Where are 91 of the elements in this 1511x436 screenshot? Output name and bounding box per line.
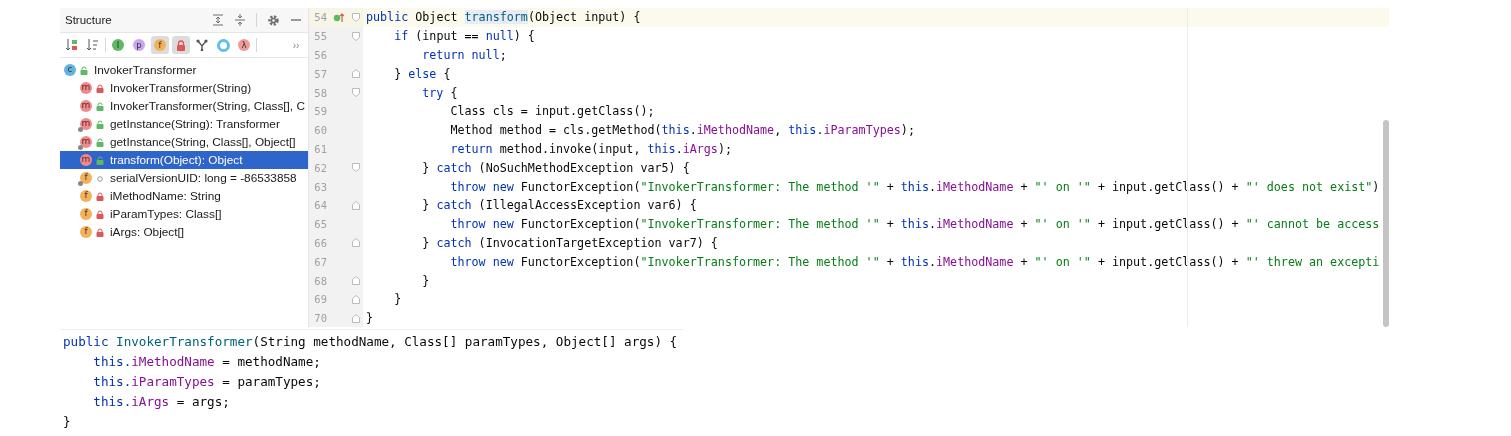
lock-icon: [96, 83, 104, 93]
member-type-icon: f: [80, 190, 92, 202]
unlock-icon: [96, 137, 104, 147]
code-line: this.iArgs = args;: [92, 393, 231, 411]
lock-icon[interactable]: [172, 36, 190, 54]
scrollbar-thumb[interactable]: [1383, 120, 1389, 327]
code-line: return method.invoke(input, this.iArgs);: [449, 141, 732, 156]
tree-item[interactable]: f iParamTypes: Class[]: [60, 205, 308, 223]
line-number: 63: [313, 180, 327, 193]
implements-marker-icon[interactable]: [332, 11, 344, 23]
line-number: 64: [313, 199, 327, 212]
fold-end-icon[interactable]: [352, 69, 360, 79]
member-type-icon: m: [80, 136, 92, 148]
line-number: 62: [313, 161, 327, 174]
line-number: 58: [313, 86, 327, 99]
code-line: Method method = cls.getMethod(this.iMethodName, this.iParamTypes);: [449, 123, 915, 138]
member-type-icon: m: [80, 118, 92, 130]
lock-icon: [96, 191, 104, 201]
code-line: this.iParamTypes = paramTypes;: [92, 373, 322, 391]
settings-icon[interactable]: [267, 13, 280, 27]
code-line: public InvokerTransformer(String methodName, Class[] paramTypes, Object[] args) {: [63, 333, 679, 351]
code-line: } catch (InvocationTargetException var7) {: [421, 235, 718, 250]
expand-all-icon[interactable]: [212, 14, 224, 26]
code-line: throw new FunctorException("InvokerTransformer: The method '" + this.iMethodName + "' on '" + input.getClass() + "' does not exist"): [449, 179, 1380, 194]
member-type-icon: m: [80, 82, 92, 94]
line-number: 66: [313, 236, 327, 249]
fold-end-icon[interactable]: [352, 238, 360, 248]
member-type-icon: c: [64, 64, 76, 76]
filter-badge[interactable]: I: [109, 36, 127, 54]
code-line: this.iMethodName = methodName;: [92, 353, 322, 371]
line-number: 70: [313, 312, 327, 325]
filter-badge[interactable]: λ: [235, 36, 253, 54]
tree-item[interactable]: m InvokerTransformer(String): [60, 79, 308, 97]
fold-icon[interactable]: [352, 88, 360, 98]
code-line: } catch (IllegalAccessException var6) {: [421, 198, 697, 213]
code-line: }: [63, 413, 72, 431]
code-line: return null;: [421, 48, 507, 62]
tree-item[interactable]: m InvokerTransformer(String, Class[], C: [60, 97, 308, 115]
tree-item[interactable]: f serialVersionUID: long = -86533858: [60, 169, 308, 187]
member-type-icon: m: [80, 154, 92, 166]
line-number: 59: [313, 105, 327, 118]
fold-icon[interactable]: [352, 163, 360, 173]
line-number: 56: [313, 49, 327, 61]
code-line: } else {: [393, 66, 451, 81]
fold-end-icon[interactable]: [352, 294, 360, 304]
fold-end-icon[interactable]: [352, 276, 360, 286]
line-number: 68: [313, 274, 327, 287]
fold-end-icon[interactable]: [352, 313, 360, 323]
member-type-icon: m: [80, 100, 92, 112]
line-number: 57: [313, 67, 327, 80]
code-line: }: [365, 311, 374, 326]
code-line: public Object transform(Object input) {: [365, 10, 641, 25]
fold-icon[interactable]: [352, 12, 360, 22]
lock-icon: [96, 209, 104, 219]
line-number: 61: [313, 142, 327, 155]
line-number: 60: [313, 124, 327, 137]
collapse-all-icon[interactable]: [234, 14, 246, 26]
code-line: throw new FunctorException("InvokerTransformer: The method '" + this.iMethodName + "' on '" + input.getClass() + "' cannot be access: [449, 217, 1380, 232]
code-line: }: [393, 292, 402, 307]
tree-item[interactable]: c InvokerTransformer: [60, 61, 308, 79]
code-line: }: [421, 273, 430, 288]
member-type-icon: f: [80, 172, 92, 184]
tree-item[interactable]: m getInstance(String): Transformer: [60, 115, 308, 133]
line-number: 55: [313, 30, 327, 43]
line-number: 69: [313, 293, 327, 306]
code-line: } catch (NoSuchMethodException var5) {: [421, 160, 690, 175]
code-line: throw new FunctorException("InvokerTransformer: The method '" + this.iMethodName + "' on '" + input.getClass() + "' threw an excepti: [449, 254, 1380, 269]
unlock-icon: [96, 155, 104, 165]
code-line: if (input == null) {: [393, 29, 535, 44]
more-button[interactable]: ››: [287, 36, 305, 54]
filter-badge[interactable]: f: [151, 36, 169, 54]
code-line: try {: [421, 85, 458, 100]
code-line: Class cls = input.getClass();: [449, 104, 655, 119]
fold-icon[interactable]: [352, 31, 360, 41]
tree-item[interactable]: m transform(Object): Object: [60, 151, 308, 169]
member-type-icon: f: [80, 208, 92, 220]
line-number: 67: [313, 255, 327, 268]
tree-item[interactable]: f iMethodName: String: [60, 187, 308, 205]
filter-badge[interactable]: p: [130, 36, 148, 54]
panel-title: Structure: [65, 14, 112, 26]
line-number: 65: [313, 218, 327, 231]
circle-icon: [96, 173, 104, 183]
lock-icon: [96, 227, 104, 237]
member-type-icon: f: [80, 226, 92, 238]
line-number: 54: [313, 11, 327, 24]
unlock-icon: [96, 101, 104, 111]
unlock-icon: [80, 65, 88, 75]
fold-end-icon[interactable]: [352, 200, 360, 210]
unlock-icon: [96, 119, 104, 129]
tree-item[interactable]: m getInstance(String, Class[], Object[]: [60, 133, 308, 151]
tree-item[interactable]: f iArgs: Object[]: [60, 223, 308, 241]
